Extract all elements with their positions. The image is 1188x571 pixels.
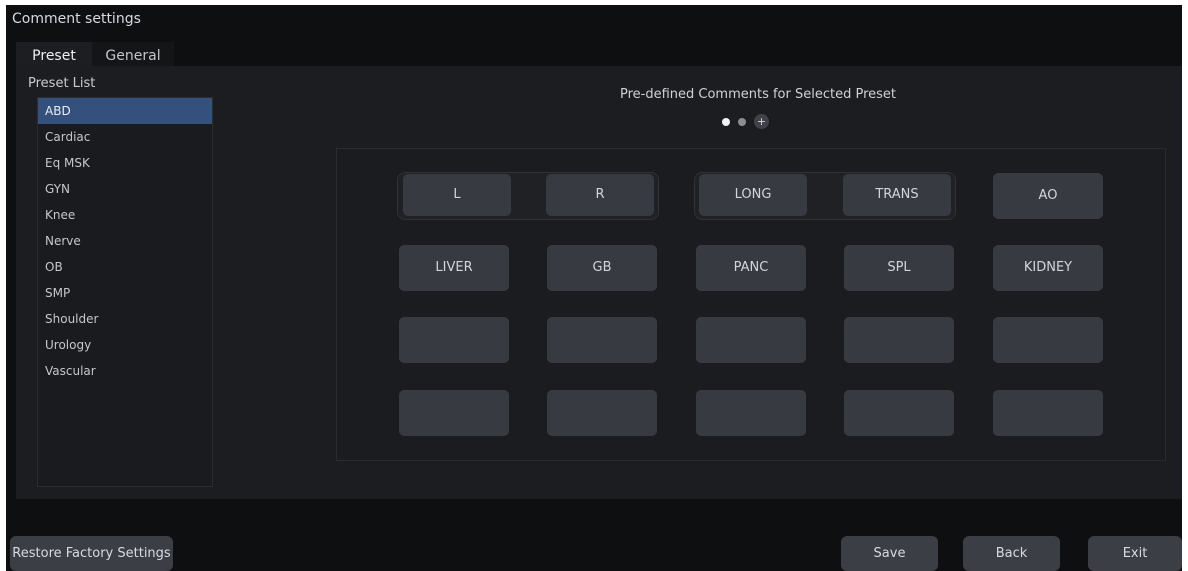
restore-factory-settings-button[interactable]: Restore Factory Settings	[10, 536, 173, 571]
preset-item-cardiac[interactable]: Cardiac	[38, 124, 212, 150]
comment-button-empty[interactable]	[399, 317, 509, 363]
comment-button-l[interactable]: L	[403, 174, 511, 216]
window-title: Comment settings	[12, 11, 141, 27]
preset-item-abd[interactable]: ABD	[38, 98, 212, 124]
preset-panel: Preset List ABD Cardiac Eq MSK GYN Knee …	[16, 66, 1182, 499]
comment-button-empty[interactable]	[547, 390, 657, 436]
preset-list-label: Preset List	[28, 76, 96, 91]
comment-button-empty[interactable]	[844, 390, 954, 436]
comment-button-empty[interactable]	[696, 390, 806, 436]
preset-item-gyn[interactable]: GYN	[38, 176, 212, 202]
page-dot-active[interactable]	[722, 117, 730, 126]
page-indicator: +	[722, 114, 769, 129]
page-dot[interactable]	[738, 117, 746, 126]
comment-settings-window: Comment settings Preset General Preset L…	[6, 5, 1182, 571]
comment-button-spl[interactable]: SPL	[844, 245, 954, 291]
comments-title: Pre-defined Comments for Selected Preset	[619, 87, 897, 102]
comment-button-ao[interactable]: AO	[993, 173, 1103, 219]
preset-list[interactable]: ABD Cardiac Eq MSK GYN Knee Nerve OB SMP…	[37, 97, 213, 487]
comment-button-r[interactable]: R	[546, 174, 654, 216]
comment-button-liver[interactable]: LIVER	[399, 245, 509, 291]
preset-item-ob[interactable]: OB	[38, 254, 212, 280]
preset-item-knee[interactable]: Knee	[38, 202, 212, 228]
comment-button-long[interactable]: LONG	[699, 174, 807, 216]
comment-button-kidney[interactable]: KIDNEY	[993, 245, 1103, 291]
preset-item-nerve[interactable]: Nerve	[38, 228, 212, 254]
back-button[interactable]: Back	[963, 536, 1060, 571]
comment-button-empty[interactable]	[844, 317, 954, 363]
preset-item-urology[interactable]: Urology	[38, 332, 212, 358]
comment-button-gb[interactable]: GB	[547, 245, 657, 291]
comment-button-empty[interactable]	[399, 390, 509, 436]
preset-item-smp[interactable]: SMP	[38, 280, 212, 306]
save-button[interactable]: Save	[841, 536, 938, 571]
comment-button-empty[interactable]	[547, 317, 657, 363]
comment-button-empty[interactable]	[993, 390, 1103, 436]
preset-item-eq-msk[interactable]: Eq MSK	[38, 150, 212, 176]
exit-button[interactable]: Exit	[1088, 536, 1182, 571]
comment-button-empty[interactable]	[993, 317, 1103, 363]
comment-button-trans[interactable]: TRANS	[843, 174, 951, 216]
preset-item-vascular[interactable]: Vascular	[38, 358, 212, 384]
comment-button-empty[interactable]	[696, 317, 806, 363]
preset-item-shoulder[interactable]: Shoulder	[38, 306, 212, 332]
add-page-button[interactable]: +	[754, 114, 769, 129]
comment-button-panc[interactable]: PANC	[696, 245, 806, 291]
comment-grid: L R LONG TRANS AO LIVER GB PANC SPL KIDN…	[336, 148, 1166, 461]
